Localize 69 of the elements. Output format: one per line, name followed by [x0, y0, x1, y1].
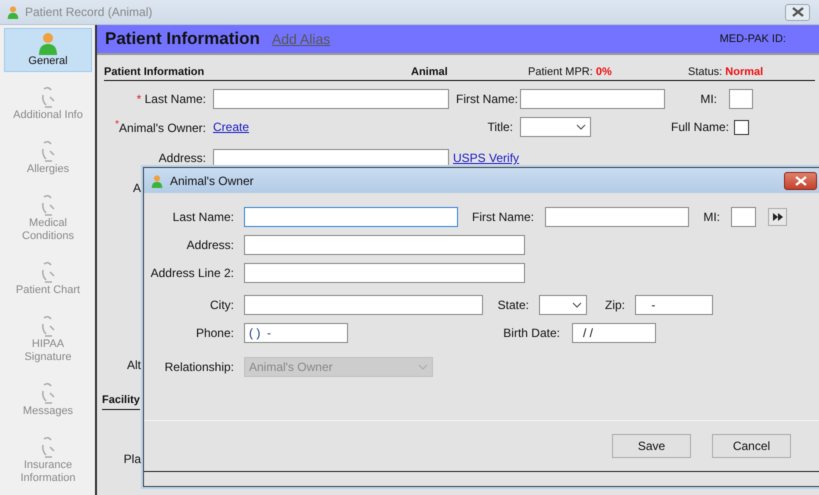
mi-field[interactable] — [731, 206, 756, 226]
chevron-icon — [576, 124, 586, 130]
phone-field[interactable]: ( ) - — [244, 322, 348, 342]
close-icon — [792, 7, 804, 17]
birth-date-field[interactable]: / / — [572, 322, 656, 342]
address-label: Address: — [158, 150, 207, 165]
close-button[interactable] — [785, 4, 810, 20]
state-label: State: — [496, 298, 529, 312]
double-arrow-icon — [772, 212, 782, 220]
address-label: Address: — [186, 238, 235, 252]
first-name-field[interactable] — [545, 206, 689, 226]
person-icon — [150, 172, 164, 188]
dialog-button[interactable]: Save — [612, 434, 691, 458]
last-name-label: * Last Name: — [136, 92, 207, 106]
close-icon — [794, 176, 806, 186]
first-name-field[interactable] — [520, 89, 665, 109]
sidebar-item[interactable]: Patient Chart — [4, 257, 92, 301]
full-name-label: Full Name: — [671, 120, 726, 134]
create-link[interactable]: Create — [213, 120, 449, 134]
sidebar-item[interactable]: General — [4, 28, 92, 72]
city-field[interactable] — [244, 294, 483, 314]
dialog-title: Animal's Owner — [170, 174, 254, 188]
status-reading: Status: Normal — [688, 66, 764, 78]
section-title: Patient Information — [104, 66, 206, 78]
sidebar-item[interactable]: Insurance Information — [4, 432, 92, 489]
full-name-checkbox[interactable] — [734, 120, 749, 134]
window-title: Patient Record (Animal) — [25, 5, 152, 19]
dialog-button[interactable]: Cancel — [712, 434, 791, 458]
zip-label: Zip: — [604, 298, 625, 312]
last-name-label: Last Name: — [172, 210, 235, 224]
label-fragment: Pla — [122, 452, 141, 468]
address-line-2-label: Address Line 2: — [150, 266, 235, 280]
close-button[interactable] — [784, 172, 817, 190]
sidebar-item[interactable]: Allergies — [4, 136, 92, 180]
state-dropdown[interactable] — [539, 294, 587, 314]
address-field[interactable] — [244, 234, 525, 254]
sidebar-item[interactable]: Additional Info — [4, 82, 92, 126]
phone-label: Phone: — [194, 326, 235, 340]
sidebar-item[interactable]: Messages — [4, 378, 92, 422]
add-alias-link[interactable]: Add Alias — [272, 31, 330, 47]
mi-label: MI: — [702, 210, 720, 224]
forward-button[interactable] — [768, 208, 787, 226]
last-name-field[interactable] — [213, 89, 449, 109]
label-fragment: A — [132, 181, 141, 197]
relationship-label: Relationship: — [164, 360, 235, 374]
patient-type: Animal — [411, 66, 449, 78]
page-title: Patient Information — [105, 29, 260, 49]
label-fragment: Alt — [126, 358, 141, 374]
sidebar-item[interactable]: Medical Conditions — [4, 190, 92, 247]
first-name-label: First Name: — [470, 210, 534, 224]
person-icon — [36, 31, 60, 55]
mi-label: MI: — [699, 92, 717, 106]
usps-verify-link[interactable]: USPS Verify — [453, 149, 520, 165]
facility-heading: Facility — [102, 394, 140, 410]
address-line-2-field[interactable] — [244, 262, 525, 282]
last-name-field[interactable] — [244, 206, 458, 226]
city-label: City: — [209, 298, 235, 312]
owner-label: $^{*}$Animal's Owner: — [114, 119, 207, 135]
person-icon — [6, 4, 20, 20]
mpr-reading: Patient MPR: 0% — [528, 66, 613, 78]
sidebar-item[interactable]: HIPAA Signature — [4, 311, 92, 368]
id-label: MED-PAK ID: — [720, 33, 786, 45]
chevron-icon — [572, 302, 582, 308]
title-label: Title: — [486, 120, 513, 134]
chevron-icon — [418, 364, 428, 370]
mi-field[interactable] — [729, 89, 753, 109]
zip-field[interactable]: - — [635, 294, 713, 314]
birth-date-label: Birth Date: — [502, 326, 560, 340]
title-dropdown[interactable] — [520, 117, 591, 137]
